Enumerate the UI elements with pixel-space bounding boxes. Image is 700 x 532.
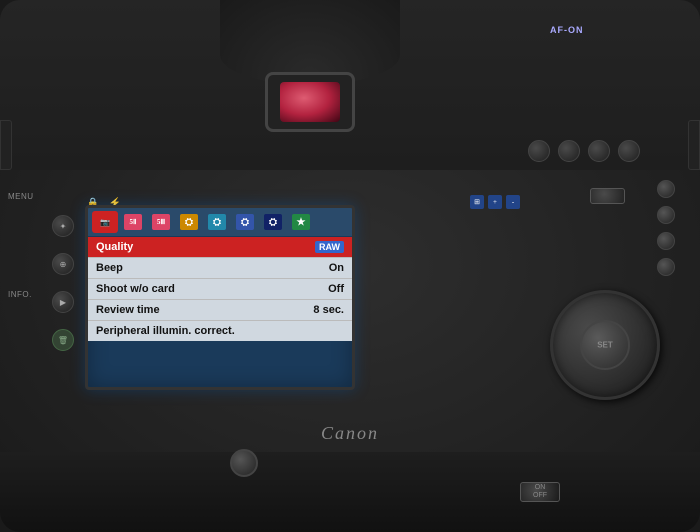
beep-value: On (329, 262, 344, 274)
menu-content: Quality RAW Beep On Shoot w/o card Off R… (88, 237, 352, 341)
strap-lug-right (688, 120, 700, 170)
review-time-label: Review time (96, 304, 313, 316)
quality-label: Quality (96, 241, 315, 253)
left-button-delete[interactable]: 🗑 (52, 329, 74, 351)
menu-tabs: 📷 5Ⅱ 5Ⅲ ⛭ ⛭ ⛭ ⛭ ★ (88, 208, 352, 237)
menu-row-peripheral[interactable]: Peripheral illumin. correct. (88, 321, 352, 341)
left-button-3[interactable]: ▶ (52, 291, 74, 313)
canon-logo: Canon (321, 423, 379, 444)
menu-row-shoot-wo-card[interactable]: Shoot w/o card Off (88, 279, 352, 300)
viewfinder-inner (280, 82, 340, 122)
menu-row-review-time[interactable]: Review time 8 sec. (88, 300, 352, 321)
tab-icon-4: ⛭ (180, 214, 198, 230)
top-button-3[interactable] (588, 140, 610, 162)
main-dial[interactable]: SET (550, 290, 660, 400)
on-off-switch[interactable]: ON OFF (520, 482, 560, 502)
menu-tab-2[interactable]: 5Ⅱ (120, 211, 146, 233)
top-button-2[interactable] (558, 140, 580, 162)
af-on-area: AF-ON (550, 15, 620, 45)
right-button-4[interactable] (657, 258, 675, 276)
tab-icon-1: 📷 (96, 214, 114, 230)
camera-bottom (0, 452, 700, 532)
tab-icon-7: ⛭ (264, 214, 282, 230)
menu-tab-4[interactable]: ⛭ (176, 211, 202, 233)
left-button-2[interactable]: ⊕ (52, 253, 74, 275)
zoom-out-icon: - (506, 195, 520, 209)
menu-tab-6[interactable]: ⛭ (232, 211, 258, 233)
info-label: INFO. (8, 290, 32, 299)
menu-row-beep[interactable]: Beep On (88, 258, 352, 279)
beep-label: Beep (96, 262, 329, 274)
top-button-4[interactable] (618, 140, 640, 162)
menu-row-quality[interactable]: Quality RAW (88, 237, 352, 258)
review-time-value: 8 sec. (313, 304, 344, 316)
quality-value-badge: RAW (315, 241, 344, 253)
menu-tab-7[interactable]: ⛭ (260, 211, 286, 233)
grid-icon: ⊞ (470, 195, 484, 209)
left-button-1[interactable]: ✦ (52, 215, 74, 237)
menu-tab-5[interactable]: ⛭ (204, 211, 230, 233)
right-control-buttons (657, 180, 675, 276)
peripheral-label: Peripheral illumin. correct. (96, 325, 344, 337)
shoot-wo-card-label: Shoot w/o card (96, 283, 328, 295)
on-off-text: ON OFF (533, 484, 547, 499)
tab-icon-6: ⛭ (236, 214, 254, 230)
zoom-in-icon: + (488, 195, 502, 209)
viewfinder-eyepiece (265, 72, 355, 132)
menu-tab-3[interactable]: 5Ⅲ (148, 211, 174, 233)
top-right-lcd-icons: ⊞ + - (470, 195, 520, 209)
af-on-label: AF-ON (550, 25, 584, 35)
strap-lug-left (0, 120, 12, 170)
top-right-buttons (528, 140, 640, 162)
menu-tab-8[interactable]: ★ (288, 211, 314, 233)
on-off-indicator: ON OFF (520, 482, 560, 502)
camera-body: AF-ON MENU INFO. 🔒 ⚡ ⊞ + - 📷 5Ⅱ (0, 0, 700, 532)
tab-icon-2: 5Ⅱ (124, 214, 142, 230)
bottom-center-button[interactable] (230, 449, 258, 477)
left-side-buttons: ✦ ⊕ ▶ 🗑 (52, 215, 74, 351)
tab-icon-5: ⛭ (208, 214, 226, 230)
right-button-3[interactable] (657, 232, 675, 250)
tab-icon-8: ★ (292, 214, 310, 230)
af-on-button[interactable] (590, 188, 625, 204)
menu-tab-1[interactable]: 📷 (92, 211, 118, 233)
tab-icon-3: 5Ⅲ (152, 214, 170, 230)
right-button-1[interactable] (657, 180, 675, 198)
menu-label: MENU (8, 192, 34, 201)
shoot-wo-card-value: Off (328, 283, 344, 295)
top-button-1[interactable] (528, 140, 550, 162)
main-dial-inner: SET (580, 320, 630, 370)
lcd-screen: 📷 5Ⅱ 5Ⅲ ⛭ ⛭ ⛭ ⛭ ★ (85, 205, 355, 390)
right-button-2[interactable] (657, 206, 675, 224)
set-label: SET (597, 341, 613, 350)
